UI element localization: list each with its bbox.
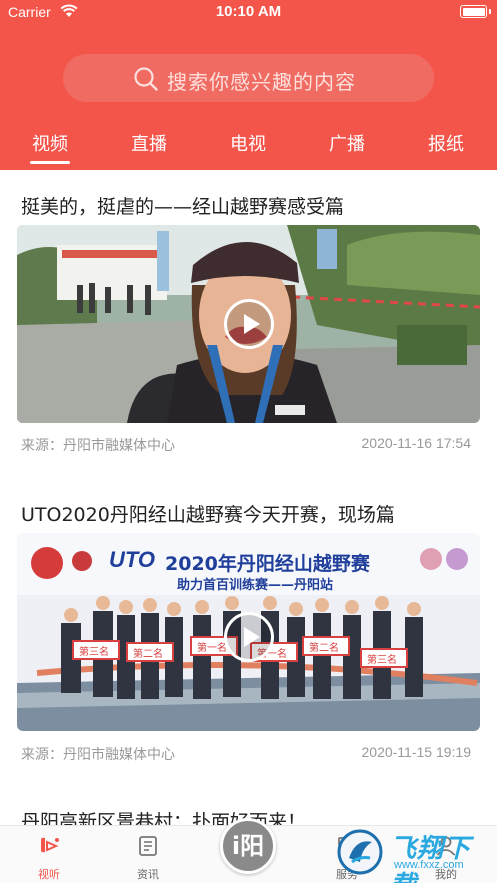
video-tab-icon (41, 837, 59, 853)
video-source: 来源：丹阳市融媒体中心 (21, 438, 175, 454)
video-title[interactable]: UTO2020丹阳经山越野赛今天开赛，现场篇 (21, 500, 395, 527)
tab-bar-news[interactable]: 资讯 (113, 826, 183, 883)
video-title[interactable]: 挺美的，挺虐的——经山越野赛感受篇 (21, 192, 344, 219)
watermark-text: 飞翔下载 (390, 834, 472, 883)
status-time: 10:10 AM (215, 3, 282, 20)
news-tab-icon (139, 836, 157, 856)
watermark-logo-icon (337, 829, 383, 875)
watermark-url: www.fxxz.com (394, 859, 464, 871)
video-card[interactable]: 挺美的，挺虐的——经山越野赛感受篇 来源：丹阳市融媒体中心 2020-11-16… (0, 170, 497, 480)
tab-bar-label: 视听 (38, 868, 60, 881)
center-app-button[interactable]: i阳 (220, 818, 276, 874)
tab-video[interactable]: 视频 (20, 130, 80, 156)
search-bar[interactable]: 搜索你感兴趣的内容 (63, 54, 434, 102)
tab-radio[interactable]: 广播 (317, 130, 377, 156)
placard-label: 第二名 (133, 649, 163, 660)
event-banner: UTO 2020年丹阳经山越野赛 助力首百训练赛——丹阳站 (17, 533, 480, 593)
placard-label: 第三名 (367, 655, 397, 666)
channel-tabs: 视频 直播 电视 广播 报纸 (0, 124, 497, 170)
tab-bar-label: 资讯 (137, 868, 159, 881)
search-icon (134, 67, 158, 91)
placard-label: 第二名 (309, 643, 339, 654)
video-thumbnail[interactable] (17, 225, 480, 423)
watermark: 飞翔下载 www.fxxz.com (332, 826, 497, 883)
play-button[interactable] (223, 612, 274, 662)
banner-headline: 2020年丹阳经山越野赛 (165, 553, 370, 575)
tab-bar-video[interactable]: 视听 (14, 826, 84, 883)
video-feed: 挺美的，挺虐的——经山越野赛感受篇 来源：丹阳市融媒体中心 2020-11-16… (0, 170, 497, 825)
banner-subline: 助力首百训练赛——丹阳站 (177, 578, 334, 593)
video-date: 2020-11-15 19:19 (361, 744, 472, 760)
video-source: 来源：丹阳市融媒体中心 (21, 747, 175, 763)
placard-label: 第三名 (79, 647, 109, 658)
video-date: 2020-11-16 17:54 (361, 435, 472, 451)
video-thumbnail[interactable]: UTO 2020年丹阳经山越野赛 助力首百训练赛——丹阳站 第三名 第二名 第一… (17, 533, 480, 731)
tab-live[interactable]: 直播 (119, 130, 179, 156)
active-tab-indicator (30, 161, 70, 164)
placard-label: 第一名 (197, 643, 227, 654)
status-bar: Carrier 10:10 AM (0, 0, 497, 26)
app-header: Carrier 10:10 AM 搜索你感兴趣的内容 视频 直播 电视 广播 报… (0, 0, 497, 170)
tab-tv[interactable]: 电视 (218, 130, 278, 156)
battery-tip (489, 9, 491, 14)
play-button[interactable] (223, 299, 274, 349)
battery-icon (460, 5, 487, 18)
banner-brand: UTO (109, 547, 156, 572)
search-placeholder: 搜索你感兴趣的内容 (167, 70, 356, 94)
tab-newspaper[interactable]: 报纸 (416, 130, 476, 156)
video-card[interactable]: UTO2020丹阳经山越野赛今天开赛，现场篇 UTO 2020年丹阳经山越野赛 … (0, 480, 497, 790)
